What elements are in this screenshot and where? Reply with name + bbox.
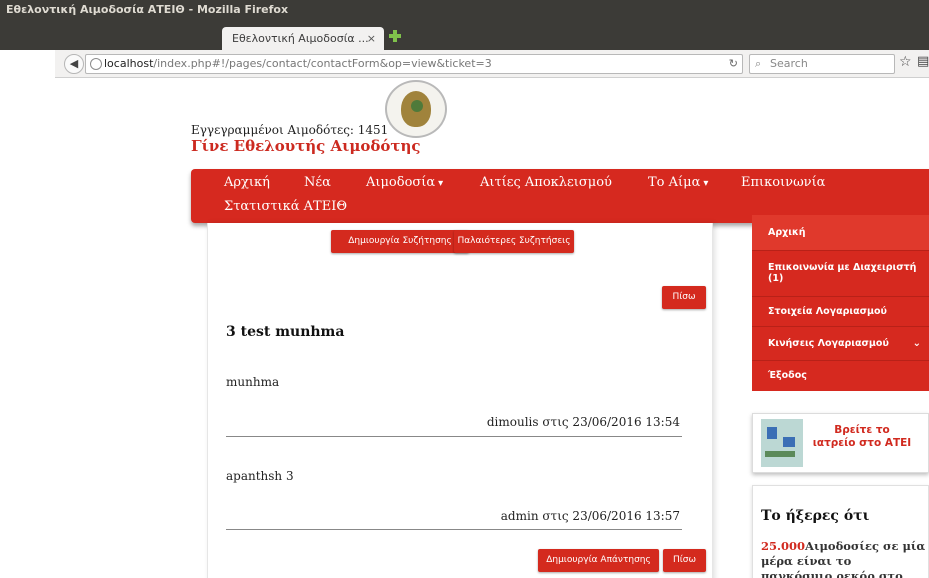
- discussion-panel: Δημιουργία Συζήτησης Παλαιότερες Συζητήσ…: [207, 223, 713, 578]
- bookmarks-list-icon[interactable]: ▤: [917, 54, 929, 69]
- menu-item-contact[interactable]: Επικοινωνία: [741, 175, 825, 190]
- navigation-bar: ◀ localhost/index.php#!/pages/contact/co…: [55, 50, 929, 78]
- chevron-down-icon: ⌄: [912, 338, 921, 349]
- tab-label: Εθελοντική Αιμοδοσία ...: [232, 32, 369, 45]
- user-sidebar-menu: Αρχική Επικοινωνία με Διαχειριστή (1) Στ…: [752, 215, 929, 391]
- url-path: /index.php#!/pages/contact/contactForm&o…: [153, 57, 492, 70]
- message-divider: [226, 529, 682, 530]
- tab-close-icon[interactable]: ×: [367, 27, 376, 50]
- registered-donors-count: Εγγεγραμμένοι Αιμοδότες: 1451: [191, 123, 389, 137]
- did-you-know-text: 25.000Αιμοδοσίες σε μία μέρα είναι το πα…: [761, 539, 926, 578]
- find-clinic-card[interactable]: Βρείτε το ιατρείο στο ΑΤΕΙ: [752, 413, 929, 473]
- older-discussions-button[interactable]: Παλαιότερες Συζητήσεις: [454, 230, 574, 253]
- globe-icon: [90, 58, 102, 70]
- become-donor-link[interactable]: Γίνε Εθελουτής Αιμοδότης: [191, 137, 421, 155]
- menu-item-exclusion-reasons[interactable]: Αιτίες Αποκλεισμού: [480, 175, 612, 190]
- browser-tab[interactable]: Εθελοντική Αιμοδοσία ... ×: [222, 27, 384, 50]
- sidebar-item-contact-admin[interactable]: Επικοινωνία με Διαχειριστή (1): [752, 251, 929, 297]
- menu-item-stats[interactable]: Στατιστικά ΑΤΕΙΘ: [224, 199, 347, 214]
- back-arrow-icon[interactable]: ◀: [64, 54, 84, 74]
- seal-center-icon: [411, 100, 423, 112]
- search-input[interactable]: ⌕ Search: [749, 54, 895, 74]
- message-body: apanthsh 3: [226, 469, 294, 483]
- search-icon: ⌕: [755, 57, 762, 70]
- campus-map-image: [761, 419, 803, 467]
- menu-item-blood-donation[interactable]: Αιμοδοσία ▾: [366, 175, 443, 190]
- discussion-title: 3 test munhma: [226, 324, 345, 340]
- chevron-down-icon: ▾: [438, 178, 444, 189]
- menu-label: Το Αίμα: [648, 175, 701, 190]
- window-title: Εθελοντική Αιμοδοσία ΑΤΕΙΘ - Mozilla Fir…: [0, 0, 929, 20]
- university-seal-logo: [385, 80, 447, 138]
- sidebar-item-home[interactable]: Αρχική: [752, 215, 929, 251]
- create-reply-button[interactable]: Δημιουργία Απάντησης: [538, 549, 659, 572]
- search-placeholder: Search: [770, 57, 808, 70]
- back-button-bottom[interactable]: Πίσω: [663, 549, 706, 572]
- message-meta: dimoulis στις 23/06/2016 13:54: [486, 415, 680, 429]
- back-button[interactable]: Πίσω: [662, 286, 706, 309]
- chevron-down-icon: ▾: [703, 178, 709, 189]
- page-content: Εγγεγραμμένοι Αιμοδότες: 1451 Γίνε Εθελο…: [0, 79, 929, 578]
- sidebar-item-account-movements[interactable]: Κινήσεις Λογαριασμού ⌄: [752, 327, 929, 361]
- tab-strip: Εθελοντική Αιμοδοσία ... ×: [0, 20, 929, 50]
- did-you-know-card: Το ήξερες ότι 25.000Αιμοδοσίες σε μία μέ…: [752, 485, 929, 578]
- sidebar-item-label: Κινήσεις Λογαριασμού: [768, 338, 889, 349]
- bookmark-star-icon[interactable]: ☆: [899, 54, 912, 70]
- sidebar-item-account-details[interactable]: Στοιχεία Λογαριασμού: [752, 297, 929, 327]
- menu-item-blood[interactable]: Το Αίμα ▾: [648, 175, 708, 190]
- did-you-know-number: 25.000: [761, 539, 806, 553]
- menu-item-news[interactable]: Νέα: [304, 175, 331, 190]
- message-divider: [226, 436, 682, 437]
- reload-icon[interactable]: ↻: [729, 55, 738, 73]
- create-discussion-button[interactable]: Δημιουργία Συζήτησης: [331, 230, 469, 253]
- message-body: munhma: [226, 375, 280, 389]
- url-bar[interactable]: localhost/index.php#!/pages/contact/cont…: [85, 54, 743, 74]
- sidebar-item-logout[interactable]: Έξοδος: [752, 361, 929, 391]
- find-clinic-label: Βρείτε το ιατρείο στο ΑΤΕΙ: [812, 424, 912, 449]
- menu-label: Αιμοδοσία: [366, 175, 436, 190]
- new-tab-plus-icon[interactable]: [388, 29, 402, 43]
- did-you-know-title: Το ήξερες ότι: [761, 508, 870, 524]
- message-meta: admin στις 23/06/2016 13:57: [500, 509, 680, 523]
- menu-item-home[interactable]: Αρχική: [224, 175, 270, 190]
- url-host: localhost: [104, 57, 154, 70]
